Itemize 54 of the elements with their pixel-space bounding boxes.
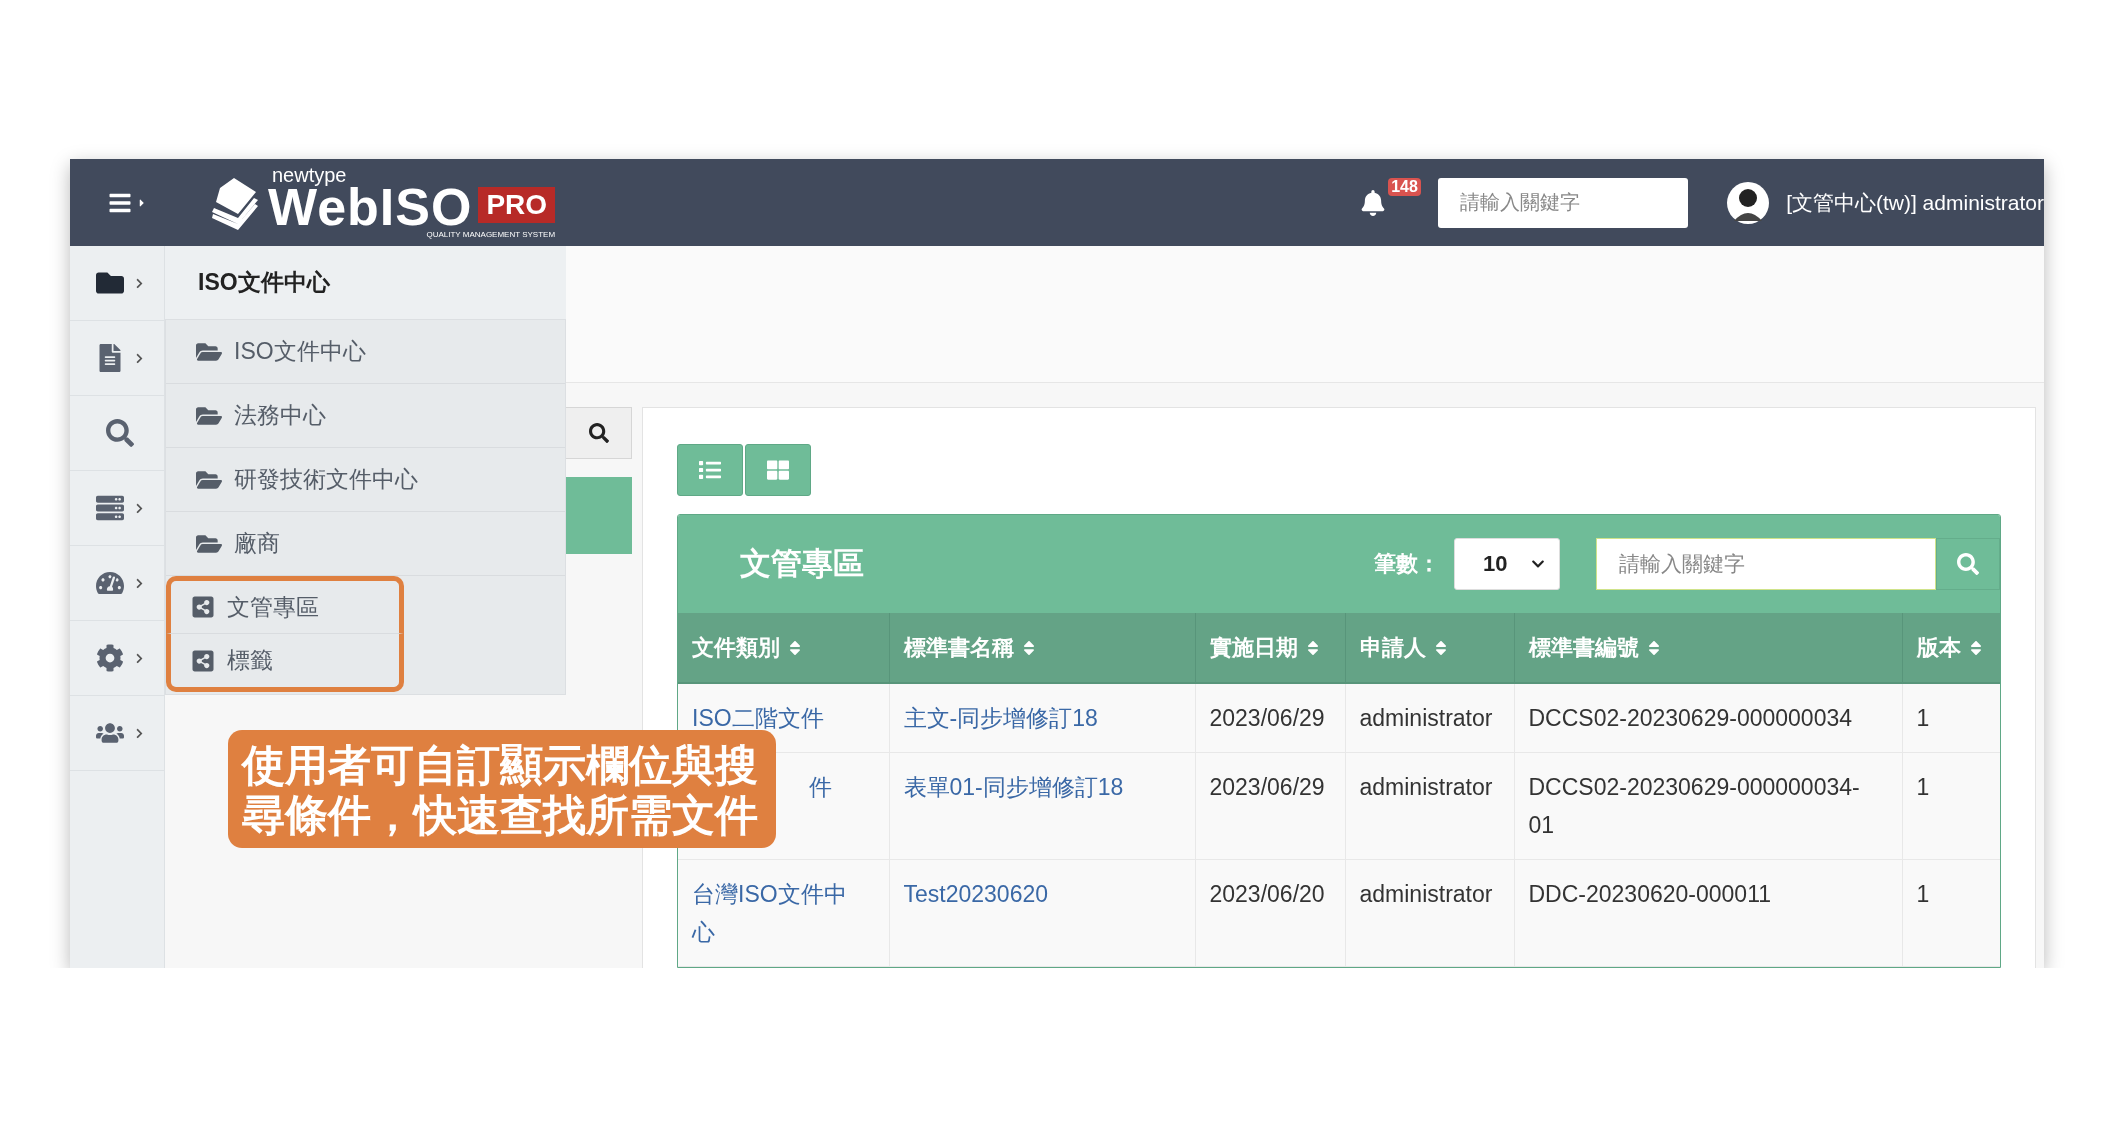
table-cell: 1 <box>1902 859 2000 967</box>
column-header[interactable]: 實施日期 <box>1195 613 1345 683</box>
column-header[interactable]: 標準書編號 <box>1514 613 1902 683</box>
pro-badge: PRO <box>478 187 556 223</box>
table-link[interactable]: 主文-同步增修訂18 <box>889 683 1195 753</box>
table-cell: administrator <box>1345 683 1514 753</box>
table-cell: 2023/06/20 <box>1195 859 1345 967</box>
table-cell: DDC-20230620-000011 <box>1514 859 1902 967</box>
search-icon <box>106 419 134 447</box>
share-icon <box>191 648 215 673</box>
table-cell: 1 <box>1902 752 2000 860</box>
search-field[interactable]: 請輸入關鍵字 <box>1596 538 1936 590</box>
server-icon <box>95 494 124 522</box>
menu-item[interactable]: 文管專區 <box>166 576 404 634</box>
share-icon <box>191 595 215 619</box>
list-icon <box>699 459 721 481</box>
logo-subtitle: newtype <box>272 166 348 184</box>
menu-item[interactable]: 研發技術文件中心 <box>166 448 565 512</box>
menu-title: ISO文件中心 <box>165 246 566 320</box>
count-label: 筆數： <box>1374 550 1440 578</box>
table-cell: DCCS02-20230629-000000034 <box>1514 683 1902 753</box>
gauge-icon <box>95 569 124 597</box>
user-name[interactable]: [文管中心(tw)] administrator <box>1786 188 2044 217</box>
menu-item[interactable]: ISO文件中心 <box>166 320 565 384</box>
notification-count: 148 <box>1388 177 1421 196</box>
search-field[interactable]: 請輸入關鍵字 <box>1438 177 1689 228</box>
view-button[interactable] <box>677 444 743 496</box>
notification-button[interactable] <box>1360 189 1387 216</box>
page-size-select[interactable]: 10 <box>1454 538 1560 590</box>
logo-tagline: QUALITY MANAGEMENT SYSTEM <box>426 230 556 239</box>
view-button[interactable] <box>745 444 811 496</box>
table-cell: 2023/06/29 <box>1195 683 1345 753</box>
settings-icon <box>95 644 124 672</box>
column-header[interactable]: 版本 <box>1902 613 2000 683</box>
search-icon <box>588 423 609 443</box>
search-icon <box>1957 553 1979 575</box>
panel-title: 文管專區 <box>740 545 865 583</box>
table-link[interactable]: 表單01-同步增修訂18 <box>889 752 1195 860</box>
table-cell: 1 <box>1902 683 2000 753</box>
search-button[interactable] <box>566 407 632 459</box>
table-cell: administrator <box>1345 859 1514 967</box>
table-link[interactable]: Test20230620 <box>889 859 1195 967</box>
menu-item[interactable]: 標籤 <box>166 634 404 692</box>
table-cell: 2023/06/29 <box>1195 752 1345 860</box>
table-cell: DCCS02-20230629-000000034-01 <box>1514 752 1902 860</box>
avatar-icon <box>1726 180 1771 225</box>
table-link[interactable]: 台灣ISO文件中心 <box>678 859 889 967</box>
column-header[interactable]: 文件類別 <box>678 613 889 683</box>
grid-icon <box>767 459 789 481</box>
menu-item[interactable]: 廠商 <box>166 512 565 576</box>
menu-item[interactable]: 法務中心 <box>166 384 565 448</box>
column-header[interactable]: 標準書名稱 <box>889 613 1195 683</box>
column-header[interactable]: 申請人 <box>1345 613 1514 683</box>
table-cell: administrator <box>1345 752 1514 860</box>
